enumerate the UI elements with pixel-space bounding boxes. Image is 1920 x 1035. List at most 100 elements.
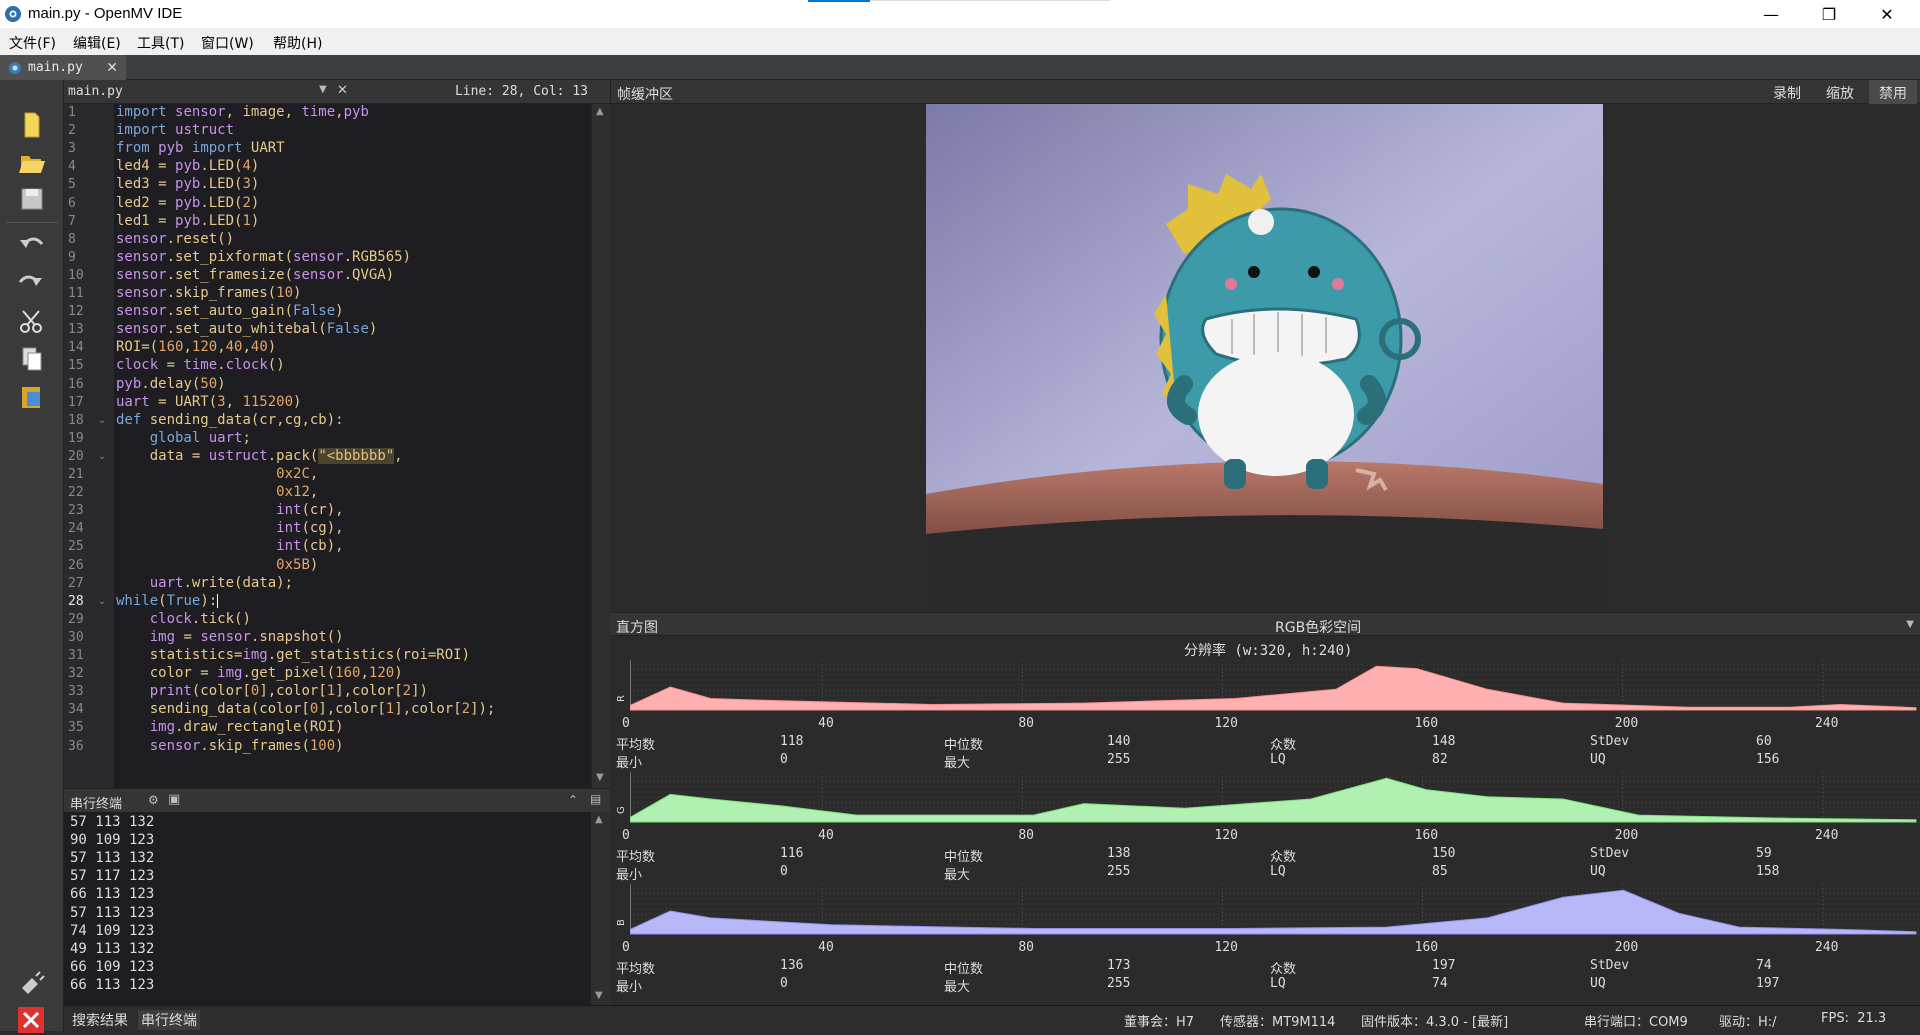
stat-label: 平均数 <box>616 738 656 753</box>
save-icon[interactable] <box>14 184 48 214</box>
code-line: pyb.delay(50) <box>116 375 226 392</box>
frame-buffer-header: 帧缓冲区 录制 缩放 禁用 <box>610 80 1920 104</box>
open-folder-icon[interactable] <box>14 147 48 177</box>
disable-button[interactable]: 禁用 <box>1869 80 1917 104</box>
stat-label: 平均数 <box>616 962 656 977</box>
histogram-area <box>630 665 1917 711</box>
redo-icon[interactable] <box>14 268 48 298</box>
stat-value: 0 <box>780 864 788 879</box>
code-line: sending_data(color[0],color[1],color[2])… <box>116 701 496 718</box>
stat-value: 148 <box>1432 734 1456 749</box>
code-area[interactable]: import sensor, image, time,pyb import ust… <box>116 104 586 788</box>
line-number: 14 <box>68 340 84 356</box>
terminal-output[interactable]: 57 113 132 90 109 123 57 113 132 57 117 123… <box>64 812 591 1005</box>
close-window-button[interactable]: ✕ <box>1858 0 1916 28</box>
menu-edit[interactable]: 编辑(E) <box>73 33 121 53</box>
status-firmware[interactable]: 固件版本：4.3.0 - [最新] <box>1361 1011 1508 1030</box>
stat-label: UQ <box>1590 976 1606 991</box>
histogram-channel-g: G 0 40 80 120 160 200 240 平均数 116 中位数 138 众数 150 StDev… <box>610 772 1920 883</box>
code-line: clock.tick() <box>149 610 251 627</box>
code-line: sensor.skip_frames(10) <box>116 285 302 301</box>
terminal-line: 66 113 123 <box>70 976 155 993</box>
new-file-icon[interactable] <box>14 110 48 140</box>
collapse-icon[interactable]: ⌃ <box>568 793 578 807</box>
code-line: clock = time.clock() <box>116 357 285 374</box>
fold-icon[interactable]: ⌄ <box>98 451 106 462</box>
code-line: led2 = pyb.LED(2) <box>116 194 260 211</box>
code-line: img.draw_rectangle(ROI) <box>149 719 344 736</box>
code-editor[interactable]: 1 2 3 4 5 6 7 8 9 10 11 12 13 14 15 16 17 18 ⌄ 19 20 ⌄ 21 22 23 2… <box>64 104 591 788</box>
menu-file[interactable]: 文件(F) <box>9 33 56 53</box>
x-tick-label: 120 <box>1214 716 1238 731</box>
stat-label: 最大 <box>944 868 971 883</box>
record-button[interactable]: 录制 <box>1763 80 1811 104</box>
zoom-button[interactable]: 缩放 <box>1816 80 1864 104</box>
connect-icon[interactable] <box>14 968 48 998</box>
line-number: 26 <box>68 557 84 573</box>
scroll-up-icon[interactable]: ▲ <box>595 814 603 825</box>
colorspace-select[interactable]: RGB色彩空间 <box>1275 617 1361 637</box>
file-tab-main[interactable]: main.py ✕ <box>0 55 126 80</box>
x-tick-label: 200 <box>1614 828 1639 843</box>
line-number: 36 <box>68 738 84 754</box>
stat-value: 156 <box>1756 752 1780 767</box>
tab-search-results[interactable]: 搜索结果 <box>72 1010 128 1030</box>
stat-label: 最大 <box>944 756 971 771</box>
x-tick-label: 40 <box>818 828 834 843</box>
stat-label: LQ <box>1270 864 1286 879</box>
close-editor-icon[interactable]: ✕ <box>337 83 348 98</box>
fold-icon[interactable]: ⌄ <box>98 415 106 426</box>
frame-buffer-view[interactable] <box>610 104 1920 610</box>
stat-label: 众数 <box>1270 738 1297 753</box>
minimize-button[interactable]: — <box>1742 0 1800 28</box>
stat-label: UQ <box>1590 752 1606 767</box>
cut-icon[interactable] <box>14 306 48 336</box>
line-number: 35 <box>68 720 84 736</box>
menu-window[interactable]: 窗口(W) <box>201 33 254 53</box>
line-number: 8 <box>68 231 76 247</box>
copy-icon[interactable] <box>14 344 48 374</box>
x-tick-label: 120 <box>1214 940 1238 955</box>
terminal-settings-icon[interactable]: ⚙ <box>148 793 159 807</box>
scroll-up-icon[interactable]: ▲ <box>596 106 604 117</box>
stat-label: LQ <box>1270 752 1286 767</box>
code-line: import sensor, image, time,pyb <box>116 104 369 120</box>
chevron-down-icon[interactable]: ▼ <box>1906 619 1914 630</box>
terminal-scrollbar[interactable]: ▲ ▼ <box>591 812 610 1005</box>
line-number: 29 <box>68 611 84 627</box>
editor-file-select[interactable]: main.py <box>68 84 123 99</box>
line-number: 11 <box>68 286 84 301</box>
terminal-line: 57 113 132 <box>70 814 155 830</box>
stat-value: 197 <box>1756 976 1780 991</box>
chevron-down-icon[interactable]: ▼ <box>319 84 327 95</box>
fold-icon[interactable]: ⌄ <box>98 596 106 607</box>
menu-tools[interactable]: 工具(T) <box>137 33 184 53</box>
scroll-down-icon[interactable]: ▼ <box>596 772 604 783</box>
restore-button[interactable]: ❐ <box>1800 0 1858 28</box>
editor-scrollbar[interactable]: ▲ ▼ <box>591 104 610 788</box>
status-drive: 驱动：H:/ <box>1719 1015 1777 1030</box>
status-sensor: 传感器：MT9M114 <box>1220 1015 1336 1030</box>
code-line: led1 = pyb.LED(1) <box>116 212 260 229</box>
stat-value: 0 <box>780 976 788 991</box>
paste-icon[interactable] <box>14 382 48 412</box>
maximize-panel-icon[interactable]: ▤ <box>590 792 601 806</box>
channel-label: R <box>616 695 627 702</box>
stat-label: 最小 <box>616 756 643 771</box>
tab-serial-terminal[interactable]: 串行终端 <box>138 1010 200 1030</box>
resolution-label: 分辨率 (w:320, h:240) <box>1184 643 1353 659</box>
close-tab-icon[interactable]: ✕ <box>106 60 118 76</box>
line-number-gutter: 1 2 3 4 5 6 7 8 9 10 11 12 13 14 15 16 17 18 ⌄ 19 20 ⌄ 21 22 23 2… <box>64 104 114 788</box>
line-number: 4 <box>68 159 76 175</box>
x-tick-label: 240 <box>1814 716 1839 731</box>
menu-help[interactable]: 帮助(H) <box>273 33 322 53</box>
terminal-save-icon[interactable]: ▣ <box>168 792 180 807</box>
undo-icon[interactable] <box>14 230 48 260</box>
stat-value: 60 <box>1756 734 1772 749</box>
stat-value: 74 <box>1432 976 1448 991</box>
code-line: print(color[0],color[1],color[2]) <box>149 683 428 700</box>
code-line: ROI=(160,120,40,40) <box>116 339 277 356</box>
stat-label: StDev <box>1590 958 1630 973</box>
stat-label: UQ <box>1590 864 1606 879</box>
scroll-down-icon[interactable]: ▼ <box>595 990 603 1001</box>
